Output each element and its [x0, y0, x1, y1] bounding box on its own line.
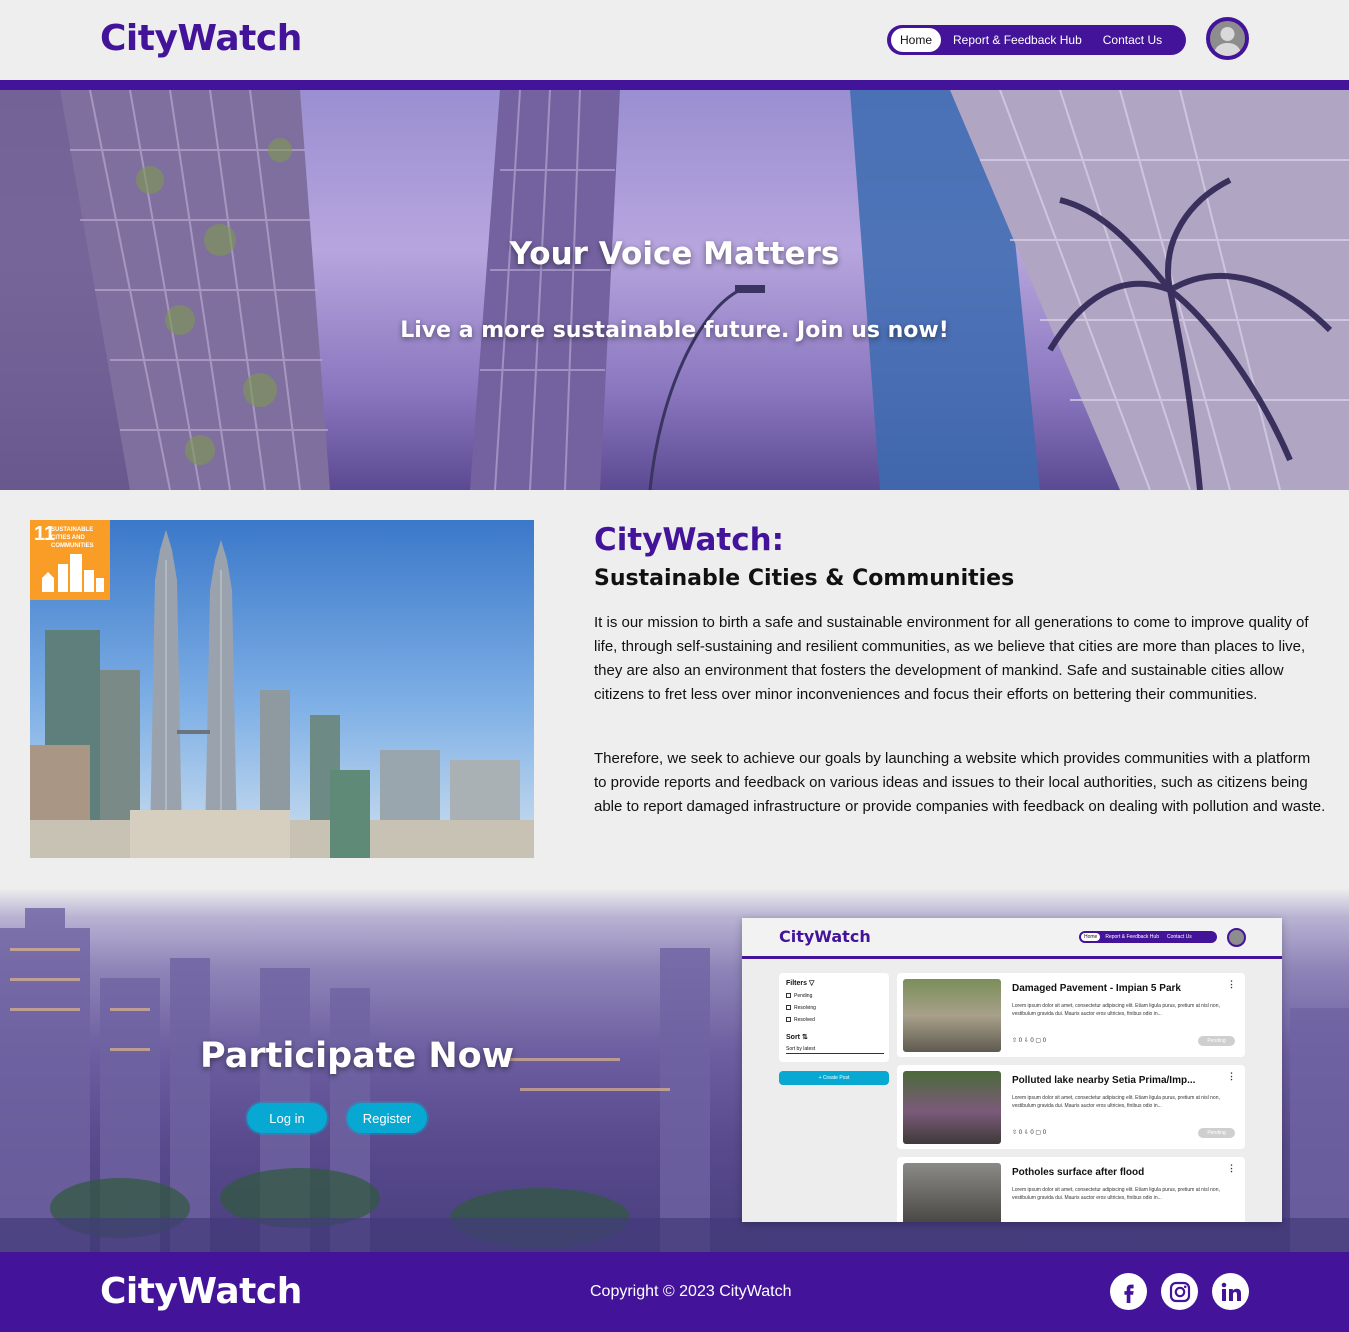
- sort-icon: ⇅: [801, 1034, 808, 1041]
- post-title: Damaged Pavement - Impian 5 Park: [1012, 983, 1181, 994]
- site-header: CityWatch Home Report & Feedback Hub Con…: [0, 0, 1349, 80]
- preview-nav-report: Report & Feedback Hub: [1105, 934, 1159, 940]
- post-title: Polluted lake nearby Setia Prima/Imp...: [1012, 1075, 1196, 1086]
- hero-banner: Your Voice Matters Live a more sustainab…: [0, 90, 1349, 490]
- more-options-icon: ⋮: [1227, 979, 1236, 989]
- preview-filter-resolving: Resolving: [786, 1005, 816, 1011]
- preview-sort-select: Sort by latest: [786, 1046, 884, 1054]
- preview-post-card: Polluted lake nearby Setia Prima/Imp... …: [897, 1065, 1245, 1149]
- hero-subtitle: Live a more sustainable future. Join us …: [400, 318, 949, 343]
- post-thumbnail: [903, 979, 1001, 1052]
- user-icon: [1213, 27, 1242, 56]
- nav-contact-us[interactable]: Contact Us: [1094, 28, 1171, 52]
- preview-sort-label: Sort: [786, 1034, 800, 1041]
- post-title: Potholes surface after flood: [1012, 1167, 1145, 1178]
- preview-divider: [742, 956, 1282, 959]
- preview-filter-resolved: Resolved: [786, 1017, 815, 1023]
- preview-filters-label: Filters: [786, 980, 808, 987]
- facebook-icon[interactable]: [1110, 1273, 1147, 1310]
- preview-nav: Home Report & Feedback Hub Contact Us: [1079, 931, 1217, 943]
- kuala-lumpur-skyline-image: 11 SUSTAINABLE CITIES AND COMMUNITIES: [30, 520, 534, 858]
- app-preview-screenshot: CityWatch Home Report & Feedback Hub Con…: [742, 918, 1282, 1222]
- about-paragraph-goals: Therefore, we seek to achieve our goals …: [594, 750, 1326, 815]
- preview-filter-pending: Pending: [786, 993, 812, 999]
- participate-section: Participate Now Log in Register CityWatc…: [0, 888, 1349, 1252]
- participate-title: Participate Now: [200, 1036, 515, 1076]
- sdg-11-badge: 11 SUSTAINABLE CITIES AND COMMUNITIES: [30, 520, 110, 600]
- post-stats: ⇧ 0 ⇩ 0 ▢ 0: [1012, 1038, 1047, 1044]
- post-status-badge: Pending: [1198, 1036, 1235, 1046]
- site-footer: CityWatch Copyright © 2023 CityWatch: [0, 1252, 1349, 1332]
- brand-logo[interactable]: CityWatch: [100, 18, 302, 59]
- user-avatar[interactable]: [1206, 17, 1249, 60]
- preview-post-card: Damaged Pavement - Impian 5 Park Lorem i…: [897, 973, 1245, 1057]
- post-status-badge: Pending: [1198, 1128, 1235, 1138]
- about-title: CityWatch:: [594, 522, 785, 558]
- post-thumbnail: [903, 1071, 1001, 1144]
- filter-icon: ▽: [808, 980, 815, 987]
- about-subtitle: Sustainable Cities & Communities: [594, 566, 1015, 591]
- post-stats: ⇧ 0 ⇩ 0 ▢ 0: [1012, 1130, 1047, 1136]
- main-nav: Home Report & Feedback Hub Contact Us: [887, 25, 1186, 55]
- footer-copyright: Copyright © 2023 CityWatch: [590, 1283, 792, 1300]
- login-button[interactable]: Log in: [247, 1103, 327, 1133]
- preview-avatar: [1227, 928, 1246, 947]
- more-options-icon: ⋮: [1227, 1163, 1236, 1173]
- header-divider: [0, 80, 1349, 90]
- hero-title: Your Voice Matters: [509, 236, 840, 272]
- nav-home[interactable]: Home: [891, 28, 942, 52]
- hero-background-image: [0, 90, 1349, 490]
- instagram-icon[interactable]: [1161, 1273, 1198, 1310]
- post-body: Lorem ipsum dolor sit amet, consectetur …: [1012, 1003, 1220, 1017]
- more-options-icon: ⋮: [1227, 1071, 1236, 1081]
- preview-nav-home: Home: [1081, 933, 1101, 941]
- linkedin-icon[interactable]: [1212, 1273, 1249, 1310]
- nav-report-feedback-hub[interactable]: Report & Feedback Hub: [944, 28, 1091, 52]
- preview-brand: CityWatch: [779, 927, 871, 946]
- post-thumbnail: [903, 1163, 1001, 1222]
- preview-nav-contact: Contact Us: [1166, 934, 1192, 940]
- about-paragraph-mission: It is our mission to birth a safe and su…: [594, 614, 1309, 703]
- register-button[interactable]: Register: [347, 1103, 427, 1133]
- preview-post-card: Potholes surface after flood Lorem ipsum…: [897, 1157, 1245, 1222]
- city-buildings-icon: [42, 554, 104, 592]
- post-body: Lorem ipsum dolor sit amet, consectetur …: [1012, 1095, 1220, 1109]
- preview-create-post-button: + Create Post: [779, 1071, 889, 1085]
- preview-filters-panel: Filters ▽ Pending Resolving Resolved Sor…: [779, 973, 889, 1062]
- footer-brand: CityWatch: [100, 1271, 302, 1312]
- post-body: Lorem ipsum dolor sit amet, consectetur …: [1012, 1187, 1220, 1201]
- preview-header: CityWatch Home Report & Feedback Hub Con…: [742, 918, 1282, 956]
